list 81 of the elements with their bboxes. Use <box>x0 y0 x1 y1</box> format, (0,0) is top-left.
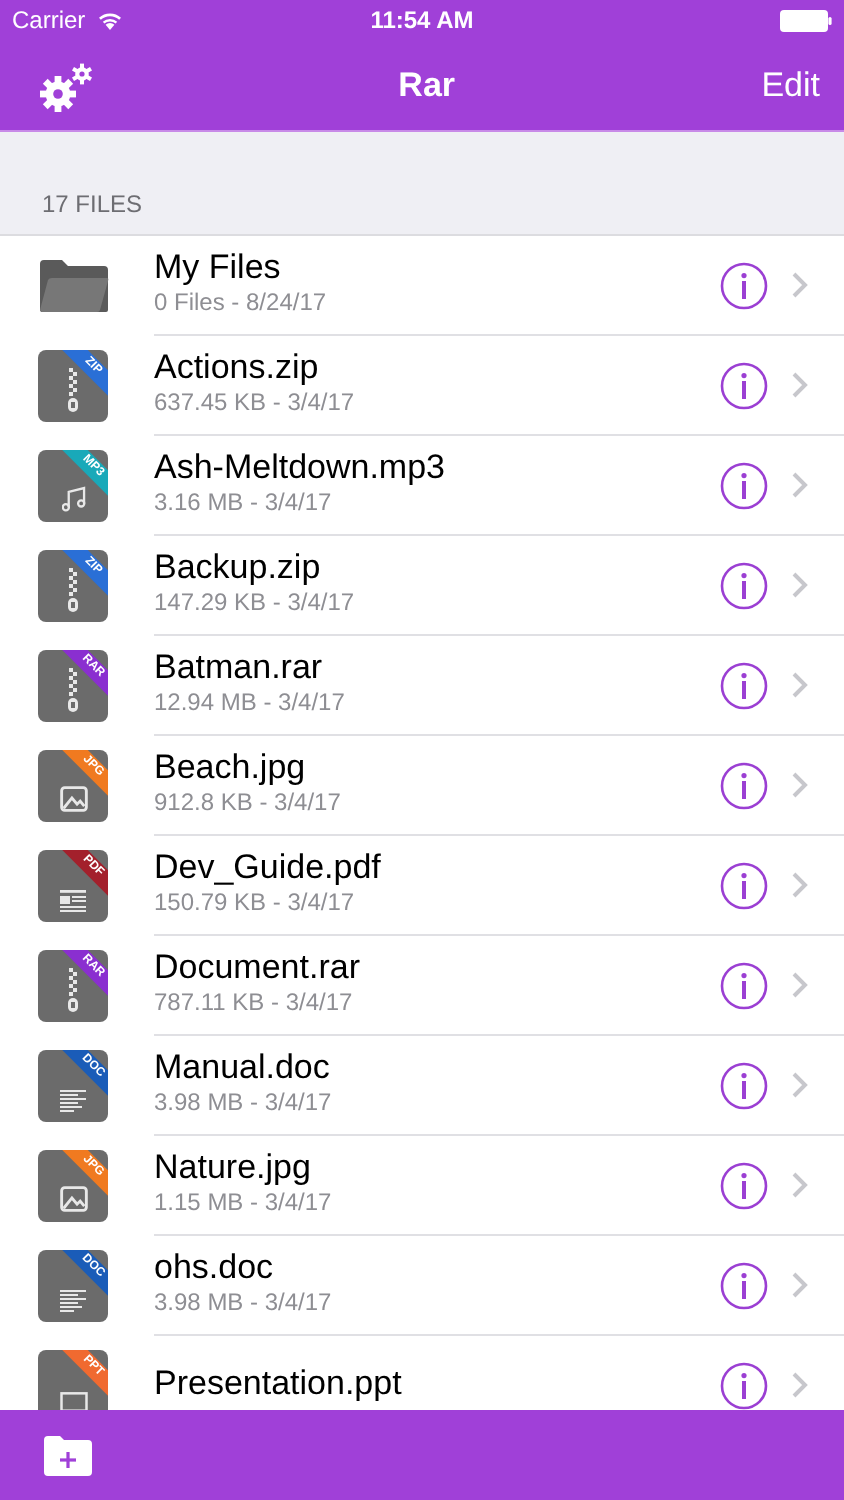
chevron-icon <box>792 872 808 898</box>
file-details: 150.79 KB - 3/4/17 <box>154 888 357 916</box>
info-icon <box>720 561 768 609</box>
zipper-icon <box>68 668 78 712</box>
file-name: Batman.rar <box>154 648 325 686</box>
zipper-icon <box>68 368 78 412</box>
file-details: 12.94 MB - 3/4/17 <box>154 688 347 716</box>
info-button[interactable] <box>720 761 768 809</box>
info-icon <box>720 961 768 1009</box>
file-name: Manual.doc <box>154 1048 332 1086</box>
chevron-icon <box>792 1372 808 1398</box>
info-button[interactable] <box>720 961 768 1009</box>
section-header: 17 FILES <box>42 190 143 218</box>
chevron-icon <box>792 972 808 998</box>
info-icon <box>720 1161 768 1209</box>
text-lines-icon <box>60 1090 86 1112</box>
zipper-icon <box>68 968 78 1012</box>
file-details: 147.29 KB - 3/4/17 <box>154 588 357 616</box>
info-button[interactable] <box>720 1061 768 1109</box>
music-note-icon <box>61 486 85 512</box>
zipper-icon <box>68 568 78 612</box>
info-button[interactable] <box>720 1161 768 1209</box>
info-button[interactable] <box>720 461 768 509</box>
info-button[interactable] <box>720 661 768 709</box>
edit-button[interactable]: Edit <box>761 65 820 105</box>
chevron-icon <box>792 672 808 698</box>
file-details: 1.15 MB - 3/4/17 <box>154 1188 334 1216</box>
file-name: Actions.zip <box>154 348 321 386</box>
slide-icon <box>59 1392 87 1410</box>
new-folder-button[interactable] <box>44 1435 92 1475</box>
file-details: 3.98 MB - 3/4/17 <box>154 1288 334 1316</box>
image-icon <box>59 786 87 812</box>
file-name: My Files <box>154 248 283 286</box>
file-name: Nature.jpg <box>154 1148 313 1186</box>
file-name: Backup.zip <box>154 548 323 586</box>
folder-icon <box>37 258 109 314</box>
file-details: 3.16 MB - 3/4/17 <box>154 488 334 516</box>
file-name: Dev_Guide.pdf <box>154 848 383 886</box>
info-button[interactable] <box>720 1261 768 1309</box>
info-button[interactable] <box>720 1361 768 1409</box>
wifi-icon <box>95 10 124 30</box>
battery-icon <box>780 9 832 31</box>
file-details: 0 Files - 8/24/17 <box>154 288 329 316</box>
file-details: 787.11 KB - 3/4/17 <box>154 988 355 1016</box>
file-details: 912.8 KB - 3/4/17 <box>154 788 343 816</box>
info-icon <box>720 361 768 409</box>
info-icon <box>720 1061 768 1109</box>
info-button[interactable] <box>720 261 768 309</box>
file-name: Beach.jpg <box>154 748 308 786</box>
chevron-icon <box>792 472 808 498</box>
chevron-icon <box>792 1272 808 1298</box>
file-details: 637.45 KB - 3/4/17 <box>154 388 357 416</box>
status-time: 11:54 AM <box>370 6 474 34</box>
image-icon <box>59 1186 87 1212</box>
file-name: Ash-Meltdown.mp3 <box>154 448 448 486</box>
info-icon <box>720 1261 768 1309</box>
text-lines-icon <box>60 1290 86 1312</box>
settings-button[interactable] <box>36 59 92 111</box>
file-name: ohs.doc <box>154 1248 276 1286</box>
file-name: Document.rar <box>154 948 362 986</box>
info-icon <box>720 261 768 309</box>
folder-plus-icon <box>44 1435 92 1475</box>
info-icon <box>720 461 768 509</box>
nav-title: Rar <box>398 65 456 105</box>
info-button[interactable] <box>720 861 768 909</box>
chevron-icon <box>792 272 808 298</box>
info-icon <box>720 861 768 909</box>
document-icon <box>60 890 86 912</box>
file-name: Presentation.ppt <box>154 1363 404 1401</box>
info-button[interactable] <box>720 561 768 609</box>
chevron-icon <box>792 1172 808 1198</box>
info-icon <box>720 661 768 709</box>
info-icon <box>720 761 768 809</box>
file-details: 3.98 MB - 3/4/17 <box>154 1088 334 1116</box>
chevron-icon <box>792 772 808 798</box>
info-button[interactable] <box>720 361 768 409</box>
chevron-icon <box>792 1072 808 1098</box>
chevron-icon <box>792 372 808 398</box>
settings-icon <box>36 59 92 111</box>
carrier-label: Carrier <box>12 6 86 34</box>
chevron-icon <box>792 572 808 598</box>
